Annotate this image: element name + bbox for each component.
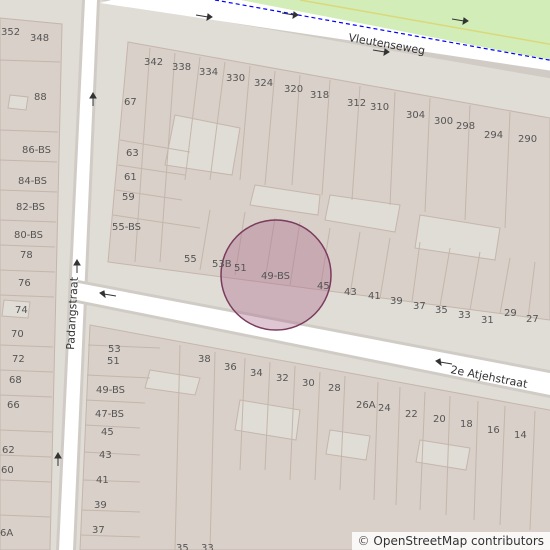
house-number: 62 <box>2 445 15 456</box>
house-number: 55-BS <box>112 222 141 233</box>
house-number: 6A <box>0 528 13 539</box>
house-number: 26A <box>356 400 376 411</box>
house-number: 324 <box>254 78 273 89</box>
house-number: 82-BS <box>16 202 45 213</box>
house-number: 43 <box>344 287 357 298</box>
house-number: 36 <box>224 362 237 373</box>
house-number: 53B <box>212 259 232 270</box>
house-number: 51 <box>234 263 247 274</box>
house-number: 88 <box>34 92 47 103</box>
house-number: 31 <box>481 315 494 326</box>
house-number: 76 <box>18 278 31 289</box>
house-number: 20 <box>433 414 446 425</box>
house-number: 38 <box>198 354 211 365</box>
house-number: 74 <box>15 305 28 316</box>
house-number: 330 <box>226 73 245 84</box>
house-number: 290 <box>518 134 537 145</box>
house-number: 70 <box>11 329 24 340</box>
house-number: 86-BS <box>22 145 51 156</box>
house-number: 43 <box>99 450 112 461</box>
house-number: 320 <box>284 84 303 95</box>
map-canvas: 352 348 88 86-BS 84-BS 82-BS 80-BS 78 76… <box>0 0 550 550</box>
house-number: 80-BS <box>14 230 43 241</box>
house-number: 41 <box>96 475 109 486</box>
house-number: 30 <box>302 378 315 389</box>
house-number: 35 <box>176 543 189 550</box>
house-number: 60 <box>1 465 14 476</box>
attribution-link[interactable]: OpenStreetMap contributors <box>373 534 544 548</box>
house-number: 28 <box>328 383 341 394</box>
house-number: 32 <box>276 373 289 384</box>
copyright-symbol: © <box>357 534 370 548</box>
house-number: 66 <box>7 400 20 411</box>
house-number: 39 <box>390 296 403 307</box>
house-number: 72 <box>12 354 25 365</box>
house-number: 53 <box>108 344 121 355</box>
house-number: 294 <box>484 130 503 141</box>
house-number: 61 <box>124 172 137 183</box>
house-number: 27 <box>526 314 539 325</box>
house-number: 338 <box>172 62 191 73</box>
house-number: 41 <box>368 291 381 302</box>
house-number: 304 <box>406 110 425 121</box>
house-number: 334 <box>199 67 218 78</box>
house-number: 49-BS <box>261 271 290 282</box>
house-number: 318 <box>310 90 329 101</box>
house-number: 310 <box>370 102 389 113</box>
house-number: 51 <box>107 356 120 367</box>
house-number: 298 <box>456 121 475 132</box>
house-number: 37 <box>413 301 426 312</box>
house-number: 49-BS <box>96 385 125 396</box>
house-number: 14 <box>514 430 527 441</box>
house-number: 35 <box>435 305 448 316</box>
house-number: 59 <box>122 192 135 203</box>
house-number: 55 <box>184 254 197 265</box>
house-number: 63 <box>126 148 139 159</box>
house-number: 78 <box>20 250 33 261</box>
house-number: 312 <box>347 98 366 109</box>
house-number: 18 <box>460 419 473 430</box>
map-view[interactable]: 352 348 88 86-BS 84-BS 82-BS 80-BS 78 76… <box>0 0 550 550</box>
house-number: 68 <box>9 375 22 386</box>
house-number: 67 <box>124 97 137 108</box>
house-number: 39 <box>94 500 107 511</box>
house-number: 342 <box>144 57 163 68</box>
map-attribution[interactable]: © OpenStreetMap contributors <box>351 532 550 550</box>
house-number: 34 <box>250 368 263 379</box>
house-number: 24 <box>378 403 391 414</box>
house-number: 29 <box>504 308 517 319</box>
house-number: 47-BS <box>95 409 124 420</box>
house-number: 352 <box>1 27 20 38</box>
house-number: 84-BS <box>18 176 47 187</box>
house-number: 348 <box>30 33 49 44</box>
house-number: 22 <box>405 409 418 420</box>
house-number: 45 <box>317 281 330 292</box>
house-number: 33 <box>201 543 214 550</box>
house-number: 45 <box>101 427 114 438</box>
house-number: 33 <box>458 310 471 321</box>
house-number: 37 <box>92 525 105 536</box>
house-number: 16 <box>487 425 500 436</box>
house-number: 300 <box>434 116 453 127</box>
